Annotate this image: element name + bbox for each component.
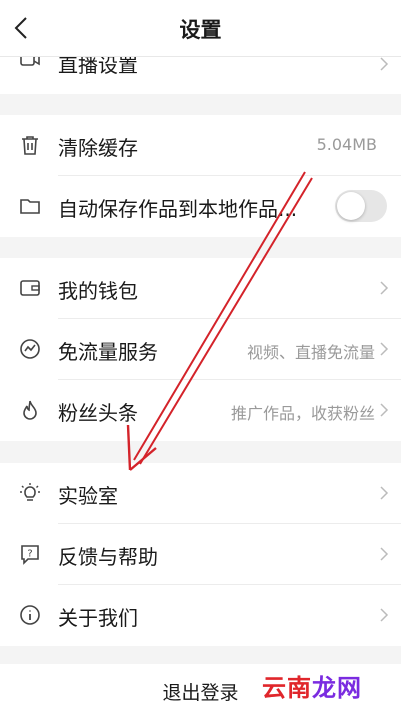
settings-row-feedback[interactable]: ? 反馈与帮助 [0, 524, 401, 585]
chevron-right-icon [380, 547, 389, 561]
toggle-knob [337, 192, 365, 220]
lab-label: 实验室 [58, 484, 118, 508]
wallet-label: 我的钱包 [58, 279, 138, 303]
chevron-right-icon [380, 281, 389, 295]
settings-row-clear-cache[interactable]: 清除缓存 5.04MB [0, 115, 401, 176]
trash-icon [22, 136, 38, 155]
top-bar-cover: 设置 [0, 0, 401, 56]
settings-row-lab[interactable]: 实验室 [0, 463, 401, 524]
chevron-right-icon [380, 403, 389, 417]
settings-row-fans-headline[interactable]: 粉丝头条 推广作品，收获粉丝 [0, 380, 401, 441]
settings-row-data-plan[interactable]: 免流量服务 视频、直播免流量 [0, 319, 401, 380]
lightbulb-icon [20, 483, 40, 501]
folder-icon [20, 199, 40, 214]
flame-icon [23, 400, 37, 420]
clear-cache-label: 清除缓存 [58, 136, 138, 160]
about-label: 关于我们 [58, 606, 138, 630]
cache-size-value: 5.04MB [316, 135, 377, 154]
help-bubble-icon: ? [21, 545, 39, 565]
wallet-icon [20, 280, 40, 296]
svg-text:?: ? [27, 549, 32, 560]
fans-headline-label: 粉丝头条 [58, 401, 138, 425]
chevron-right-icon [380, 608, 389, 622]
chevron-right-icon [380, 57, 389, 71]
data-plan-label: 免流量服务 [58, 340, 158, 364]
fans-headline-value: 推广作品，收获粉丝 [230, 404, 375, 423]
data-plan-value: 视频、直播免流量 [246, 343, 375, 362]
settings-row-about[interactable]: 关于我们 [0, 585, 401, 646]
info-icon [20, 605, 40, 625]
settings-row-wallet[interactable]: 我的钱包 [0, 258, 401, 319]
autosave-label: 自动保存作品到本地作品... [58, 197, 298, 221]
autosave-toggle[interactable] [335, 190, 387, 222]
settings-row-autosave: 自动保存作品到本地作品... [0, 176, 401, 237]
header-divider [0, 56, 401, 57]
feedback-label: 反馈与帮助 [58, 545, 158, 569]
chevron-right-icon [380, 486, 389, 500]
chevron-right-icon [380, 342, 389, 356]
watermark-text-2: 龙网 [312, 674, 362, 702]
site-watermark: 云南龙网 [262, 668, 362, 703]
page-title: 设置 [179, 18, 222, 42]
watermark-text: 云南 [262, 674, 312, 702]
trend-circle-icon [20, 339, 40, 359]
